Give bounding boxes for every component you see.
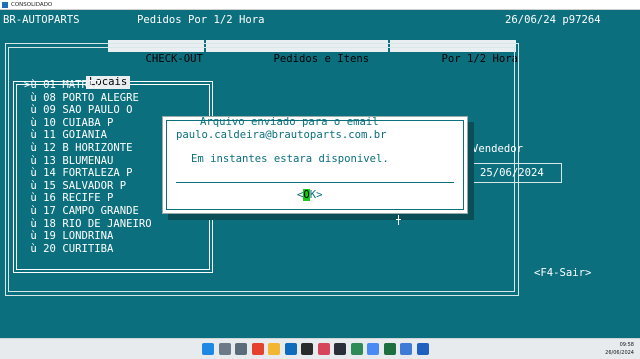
task-view-icon[interactable] bbox=[235, 343, 247, 355]
locais-item-prefix: ù bbox=[24, 192, 37, 205]
shield-icon[interactable] bbox=[350, 343, 363, 355]
locais-item-name: PORTO ALEGRE bbox=[62, 91, 139, 104]
locais-item-prefix: ù bbox=[24, 242, 37, 255]
locais-item-code: 17 bbox=[43, 205, 56, 217]
locais-item-prefix: ù bbox=[24, 154, 37, 167]
locais-item[interactable]: >ù 01 MATRIZ bbox=[24, 79, 101, 92]
locais-item-name: FORTALEZA P bbox=[62, 167, 133, 180]
terminal-screen: BR-AUTOPARTS Pedidos Por 1/2 Hora 26/06/… bbox=[0, 10, 640, 338]
locais-item[interactable]: ù 08 PORTO ALEGRE bbox=[24, 91, 139, 105]
locais-item-name: RECIFE P bbox=[62, 192, 114, 205]
locais-item[interactable]: ù 19 LONDRINA bbox=[24, 230, 113, 243]
outlook-icon[interactable] bbox=[284, 343, 297, 355]
date-field[interactable]: 25/06/2024 bbox=[480, 167, 544, 180]
dialog-separator bbox=[176, 182, 454, 183]
date-user: 26/06/24 p97264 bbox=[505, 14, 601, 26]
taskbar-clock[interactable]: 09:58 26/06/2024 bbox=[605, 341, 634, 357]
locais-item-name: CUIABA P bbox=[62, 116, 114, 129]
locais-item[interactable]: ù 20 CURITIBA bbox=[24, 243, 113, 256]
chrome-profile-icon[interactable] bbox=[367, 343, 379, 355]
locais-item-name: BLUMENAU bbox=[62, 154, 114, 167]
locais-item-prefix: ù bbox=[24, 167, 37, 180]
locais-item-prefix: ù bbox=[24, 230, 37, 243]
locais-item-code: 14 bbox=[43, 167, 56, 180]
dialog-line-2: paulo.caldeira@brautoparts.com.br bbox=[176, 129, 387, 141]
app-name: BR-AUTOPARTS bbox=[3, 14, 80, 26]
taskbar: 09:58 26/06/2024 bbox=[0, 338, 640, 359]
locais-item-prefix: ù bbox=[24, 104, 37, 117]
media-player-icon[interactable] bbox=[317, 343, 330, 355]
locais-item-prefix: ù bbox=[24, 116, 37, 129]
locais-item[interactable]: ù 16 RECIFE P bbox=[24, 192, 113, 205]
dialog-line-3: Em instantes estara disponivel. bbox=[191, 153, 389, 165]
locais-item-code: 10 bbox=[43, 116, 56, 129]
locais-item-prefix: ù bbox=[24, 142, 37, 154]
f4-sair[interactable]: <F4-Sair> bbox=[534, 267, 591, 280]
locais-item[interactable]: ù 17 CAMPO GRANDE bbox=[24, 205, 139, 218]
locais-item-prefix: ù bbox=[24, 205, 37, 217]
locais-item-name: SAO PAULO O bbox=[62, 104, 133, 117]
clock-date: 26/06/2024 bbox=[605, 350, 634, 356]
file-explorer-icon[interactable] bbox=[268, 343, 280, 355]
locais-item-name: MATRIZ bbox=[62, 79, 101, 91]
locais-item-code: 13 bbox=[43, 154, 56, 167]
locais-item-name: CURITIBA bbox=[62, 242, 114, 255]
ok-right: K> bbox=[309, 189, 323, 201]
clock-time: 09:58 bbox=[619, 342, 634, 348]
vendedor-label: Vendedor bbox=[472, 143, 524, 155]
store-icon[interactable] bbox=[416, 343, 429, 355]
locais-item[interactable]: ù 14 FORTALEZA P bbox=[24, 167, 132, 180]
locais-item-prefix: ù bbox=[24, 91, 37, 104]
window-titlebar: CONSOLIDADO bbox=[0, 0, 640, 10]
locais-item[interactable]: ù 12 B HORIZONTE bbox=[24, 142, 132, 155]
locais-item-name: RIO DE JANEIRO bbox=[62, 217, 152, 230]
locais-item-code: 15 bbox=[43, 179, 56, 192]
locais-item[interactable]: ù 15 SALVADOR P bbox=[24, 180, 126, 193]
locais-item-name: B HORIZONTE bbox=[62, 142, 133, 154]
locais-item-prefix: ù bbox=[24, 129, 37, 142]
window-title: CONSOLIDADO bbox=[11, 2, 53, 8]
locais-item-code: 16 bbox=[43, 192, 56, 205]
app-icon bbox=[2, 2, 8, 8]
locais-item-code: 19 bbox=[43, 230, 56, 243]
teams-icon[interactable] bbox=[334, 343, 346, 355]
locais-item-code: 18 bbox=[43, 217, 56, 230]
locais-item-code: 12 bbox=[43, 142, 56, 154]
terminal-app-icon[interactable] bbox=[301, 343, 313, 355]
locais-item-name: LONDRINA bbox=[62, 230, 114, 243]
locais-item[interactable]: ù 09 SAO PAULO O bbox=[24, 104, 132, 117]
locais-item-prefix: ù bbox=[24, 179, 37, 192]
locais-item[interactable]: ù 13 BLUMENAU bbox=[24, 155, 113, 168]
notes-icon[interactable] bbox=[400, 343, 412, 355]
locais-item-code: 20 bbox=[43, 242, 56, 255]
text-cursor-icon bbox=[396, 215, 401, 225]
locais-item-prefix: ù bbox=[24, 217, 37, 230]
locais-item-code: 09 bbox=[43, 104, 56, 117]
locais-item[interactable]: ù 11 GOIANIA bbox=[24, 129, 107, 142]
locais-item-name: CAMPO GRANDE bbox=[62, 205, 139, 217]
locais-item[interactable]: ù 18 RIO DE JANEIRO bbox=[24, 217, 152, 231]
locais-item-name: SALVADOR P bbox=[62, 179, 127, 192]
dialog-line-1: Arquivo enviado para o email bbox=[200, 116, 379, 128]
windows-start-icon[interactable] bbox=[202, 343, 214, 355]
locais-item[interactable]: ù 10 CUIABA P bbox=[24, 117, 113, 130]
locais-item-code: 11 bbox=[43, 129, 56, 142]
ok-button[interactable]: <OK> bbox=[297, 189, 323, 202]
search-icon[interactable] bbox=[218, 343, 231, 355]
locais-item-code: 08 bbox=[43, 91, 56, 104]
chrome-icon[interactable] bbox=[251, 343, 264, 355]
report-title: Pedidos Por 1/2 Hora bbox=[137, 14, 265, 26]
locais-item-code: 01 bbox=[43, 79, 56, 91]
locais-item-prefix: >ù bbox=[24, 79, 37, 91]
excel-icon[interactable] bbox=[383, 343, 396, 355]
locais-item-name: GOIANIA bbox=[62, 129, 107, 142]
